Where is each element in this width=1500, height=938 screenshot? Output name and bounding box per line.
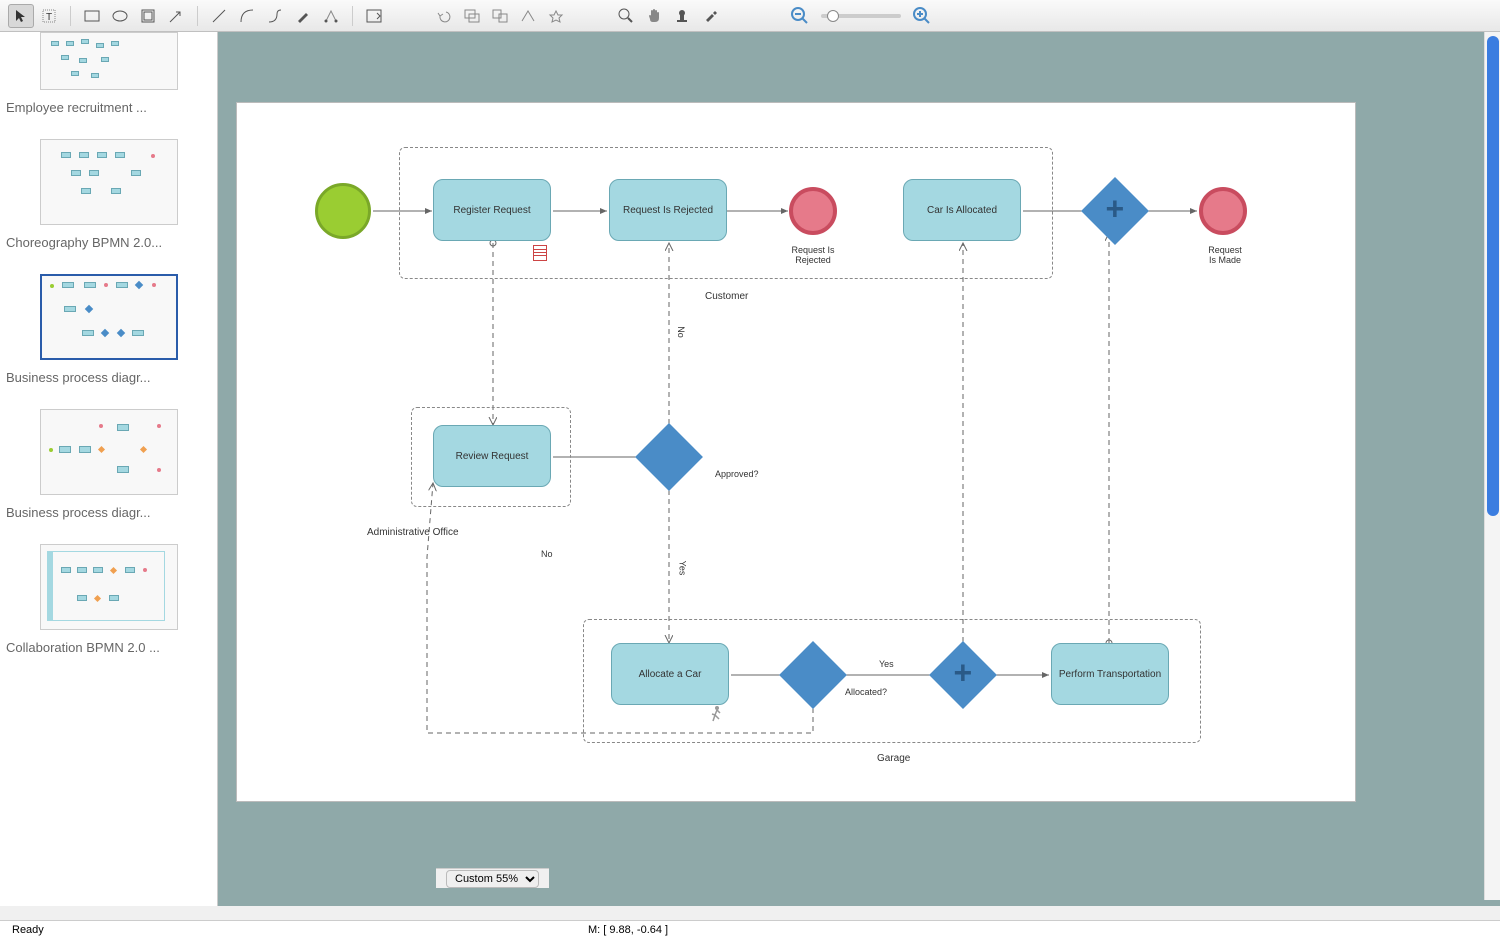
task-register-request[interactable]: Register Request [433,179,551,241]
end-event-rejected[interactable] [789,187,837,235]
ellipse-tool[interactable] [107,4,133,28]
canvas-area[interactable]: Customer Administrative Office Garage Re… [218,32,1500,906]
thumbnail-label: Business process diagr... [0,503,217,522]
zoom-in-button[interactable] [909,4,935,28]
end-event-rejected-label: Request Is Rejected [773,245,853,265]
arrow-tool[interactable] [163,4,189,28]
thumbnail-label: Collaboration BPMN 2.0 ... [0,638,217,657]
edge-no: No [541,549,553,559]
task-allocate-car[interactable]: Allocate a Car [611,643,729,705]
group-tool[interactable] [459,4,485,28]
task-review-request[interactable]: Review Request [433,425,551,487]
text-tool[interactable]: T [36,4,62,28]
user-task-icon [707,705,725,728]
edge-yes-vert: Yes [677,561,687,576]
separator [197,6,198,26]
thumbnail-label: Choreography BPMN 2.0... [0,233,217,252]
status-coords: M: [ 9.88, -0.64 ] [588,924,668,936]
curve-tool[interactable] [234,4,260,28]
edge-no-vert: No [676,326,686,338]
gateway-allocated-label: Allocated? [845,687,887,697]
thumbnail-sidebar[interactable]: Employee recruitment ... Choreography BP… [0,32,218,906]
vertical-scrollbar[interactable] [1484,32,1500,900]
thumbnail-item[interactable]: Collaboration BPMN 2.0 ... [0,534,217,669]
canvas-page[interactable]: Customer Administrative Office Garage Re… [236,102,1356,802]
rect-tool[interactable] [79,4,105,28]
task-car-allocated[interactable]: Car Is Allocated [903,179,1021,241]
insert-tool[interactable] [361,4,387,28]
scroll-thumb[interactable] [1487,36,1499,516]
status-bar: Ready M: [ 9.88, -0.64 ] [0,920,1500,938]
container-tool[interactable] [135,4,161,28]
end-event-request-made[interactable] [1199,187,1247,235]
end-event-made-label: Request Is Made [1197,245,1253,265]
thumbnail-item-selected[interactable]: Business process diagr... [0,264,217,399]
zoom-tool[interactable] [613,4,639,28]
svg-text:T: T [46,12,52,23]
zoom-slider-thumb[interactable] [827,10,839,22]
stamp-tool[interactable] [669,4,695,28]
pan-tool[interactable] [641,4,667,28]
zoom-slider[interactable] [821,14,901,18]
anchor-tool[interactable] [318,4,344,28]
status-ready: Ready [12,924,44,936]
task-perform-transportation[interactable]: Perform Transportation [1051,643,1169,705]
gateway-approved-label: Approved? [715,469,759,479]
separator [70,6,71,26]
thumbnail-item[interactable]: Employee recruitment ... [0,32,217,129]
thumbnail-item[interactable]: Business process diagr... [0,399,217,534]
pool-admin-label: Administrative Office [367,527,459,538]
thumbnail-label: Business process diagr... [0,368,217,387]
straighten-tool[interactable] [515,4,541,28]
connector-tool[interactable] [262,4,288,28]
undo-tool[interactable] [431,4,457,28]
zoom-bar: Custom 55% [436,868,549,888]
thumbnail-item[interactable]: Choreography BPMN 2.0... [0,129,217,264]
zoom-select[interactable]: Custom 55% [446,870,539,888]
line-tool[interactable] [206,4,232,28]
effects-tool[interactable] [543,4,569,28]
thumbnail-label: Employee recruitment ... [0,98,217,117]
zoom-out-button[interactable] [787,4,813,28]
main-toolbar: T [0,0,1500,32]
edge-yes: Yes [879,659,894,669]
eyedropper-tool[interactable] [697,4,723,28]
select-tool[interactable] [8,4,34,28]
separator [352,6,353,26]
note-icon [533,245,547,261]
ungroup-tool[interactable] [487,4,513,28]
pen-tool[interactable] [290,4,316,28]
start-event[interactable] [315,183,371,239]
task-request-rejected[interactable]: Request Is Rejected [609,179,727,241]
pool-garage-label: Garage [877,753,910,764]
pool-customer-label: Customer [705,291,748,302]
